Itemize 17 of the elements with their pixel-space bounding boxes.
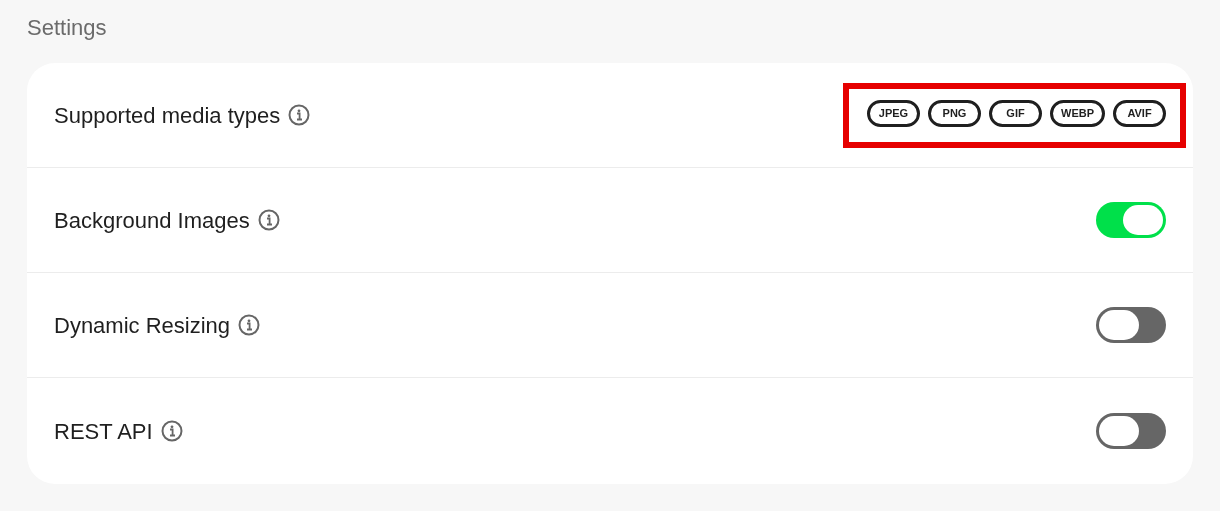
setting-label: Supported media types [54, 101, 281, 130]
media-type-chip: GIF [989, 99, 1042, 127]
info-icon[interactable] [160, 420, 183, 442]
media-type-chip: PNG [928, 99, 981, 127]
info-icon[interactable] [288, 104, 311, 126]
setting-label: Background Images [54, 206, 250, 235]
info-icon[interactable] [257, 209, 280, 231]
media-type-chip: JPEG [867, 99, 920, 127]
toggle-switch[interactable] [1096, 202, 1166, 238]
info-icon[interactable] [238, 314, 261, 336]
media-type-chip: AVIF [1113, 99, 1166, 127]
toggle-switch[interactable] [1096, 413, 1166, 449]
setting-label: Dynamic Resizing [54, 311, 231, 340]
toggle-switch[interactable] [1096, 307, 1166, 343]
media-type-chip: WEBP [1050, 99, 1105, 127]
page-title: Settings [27, 14, 108, 42]
setting-label: REST API [54, 417, 153, 446]
